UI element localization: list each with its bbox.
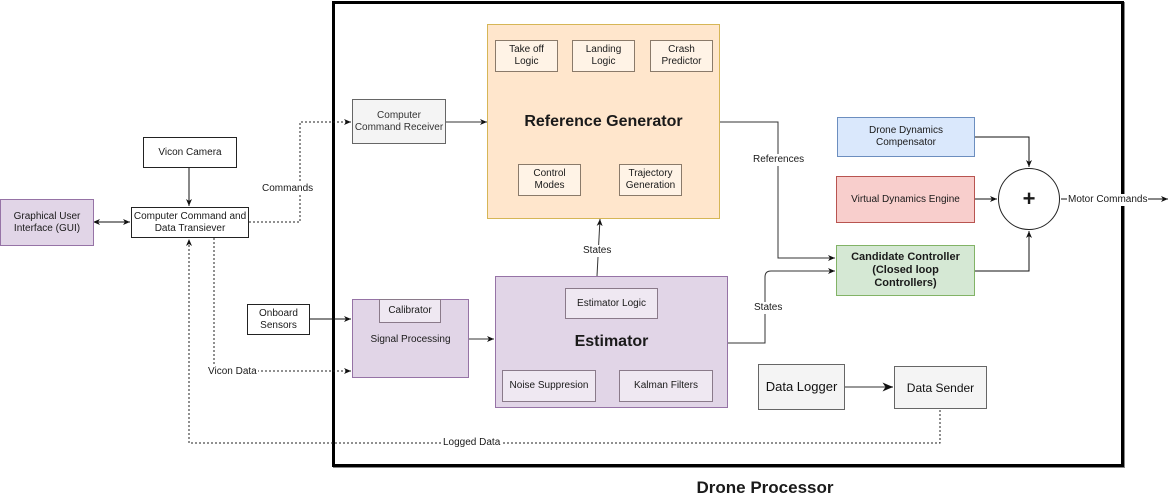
- virtual-dynamics-engine-label: Virtual Dynamics Engine: [851, 193, 960, 205]
- summing-junction: +: [998, 168, 1060, 230]
- signal-processing-label: Signal Processing: [370, 333, 451, 345]
- command-receiver-block: Computer Command Receiver: [352, 99, 446, 144]
- plus-icon: +: [1022, 186, 1036, 211]
- trajectory-generation-label: Trajectory Generation: [625, 168, 676, 191]
- gui-label: Graphical User Interface (GUI): [13, 210, 81, 234]
- data-sender-label: Data Sender: [906, 380, 975, 395]
- kalman-filters-label: Kalman Filters: [634, 380, 698, 391]
- virtual-dynamics-engine-block: Virtual Dynamics Engine: [836, 176, 975, 223]
- data-sender-block: Data Sender: [894, 366, 987, 409]
- data-logger-block: Data Logger: [758, 364, 845, 410]
- states-right-label: States: [753, 302, 784, 314]
- crash-predictor-label: Crash Predictor: [661, 44, 702, 67]
- onboard-sensors-block: Onboard Sensors: [247, 304, 310, 335]
- command-receiver-label: Computer Command Receiver: [354, 109, 444, 133]
- control-modes-module: Control Modes: [518, 164, 581, 196]
- reference-generator-title: Reference Generator: [524, 112, 683, 130]
- candidate-controller-block: Candidate Controller (Closed loop Contro…: [836, 245, 975, 296]
- kalman-filters-module: Kalman Filters: [619, 370, 713, 402]
- crash-predictor-module: Crash Predictor: [650, 40, 713, 72]
- landing-logic-label: Landing Logic: [585, 44, 622, 67]
- vicon-camera-label: Vicon Camera: [158, 146, 222, 158]
- onboard-sensors-label: Onboard Sensors: [259, 307, 298, 331]
- candidate-controller-label: Candidate Controller (Closed loop Contro…: [851, 251, 960, 289]
- states-up-label: States: [582, 245, 613, 257]
- vicon-camera-block: Vicon Camera: [143, 137, 237, 168]
- references-label: References: [752, 154, 806, 166]
- edge-compensator-sum: [975, 136, 1032, 167]
- estimator-logic-module: Estimator Logic: [565, 288, 658, 319]
- vicon-data-label: Vicon Data: [207, 366, 258, 378]
- calibrator-label: Calibrator: [388, 305, 432, 316]
- edge-controller-sum: [975, 231, 1032, 272]
- motor-commands-label: Motor Commands: [1067, 194, 1149, 206]
- drone-dynamics-compensator-block: Drone Dynamics Compensator: [837, 117, 975, 157]
- trajectory-generation-module: Trajectory Generation: [619, 164, 682, 196]
- commands-label: Commands: [261, 183, 315, 195]
- edge-commands: [249, 119, 351, 223]
- transceiver-label: Computer Command and Data Transiever: [133, 210, 247, 234]
- control-modes-label: Control Modes: [533, 168, 566, 191]
- takeoff-logic-label: Take off Logic: [509, 44, 544, 67]
- diagram-caption: Drone Processor: [696, 478, 834, 497]
- estimator-logic-label: Estimator Logic: [577, 297, 646, 309]
- drone-dynamics-compensator-label: Drone Dynamics Compensator: [869, 125, 943, 148]
- calibrator-module: Calibrator: [379, 299, 441, 323]
- landing-logic-module: Landing Logic: [572, 40, 635, 72]
- data-logger-label: Data Logger: [765, 379, 838, 394]
- transceiver-block: Computer Command and Data Transiever: [131, 207, 249, 238]
- logged-data-label: Logged Data: [442, 437, 502, 449]
- estimator-title: Estimator: [574, 333, 649, 350]
- noise-suppression-label: Noise Suppresion: [509, 380, 589, 391]
- gui-block: Graphical User Interface (GUI): [0, 199, 94, 246]
- takeoff-logic-module: Take off Logic: [495, 40, 558, 72]
- edge-references: [720, 121, 835, 261]
- noise-suppression-module: Noise Suppresion: [502, 370, 596, 402]
